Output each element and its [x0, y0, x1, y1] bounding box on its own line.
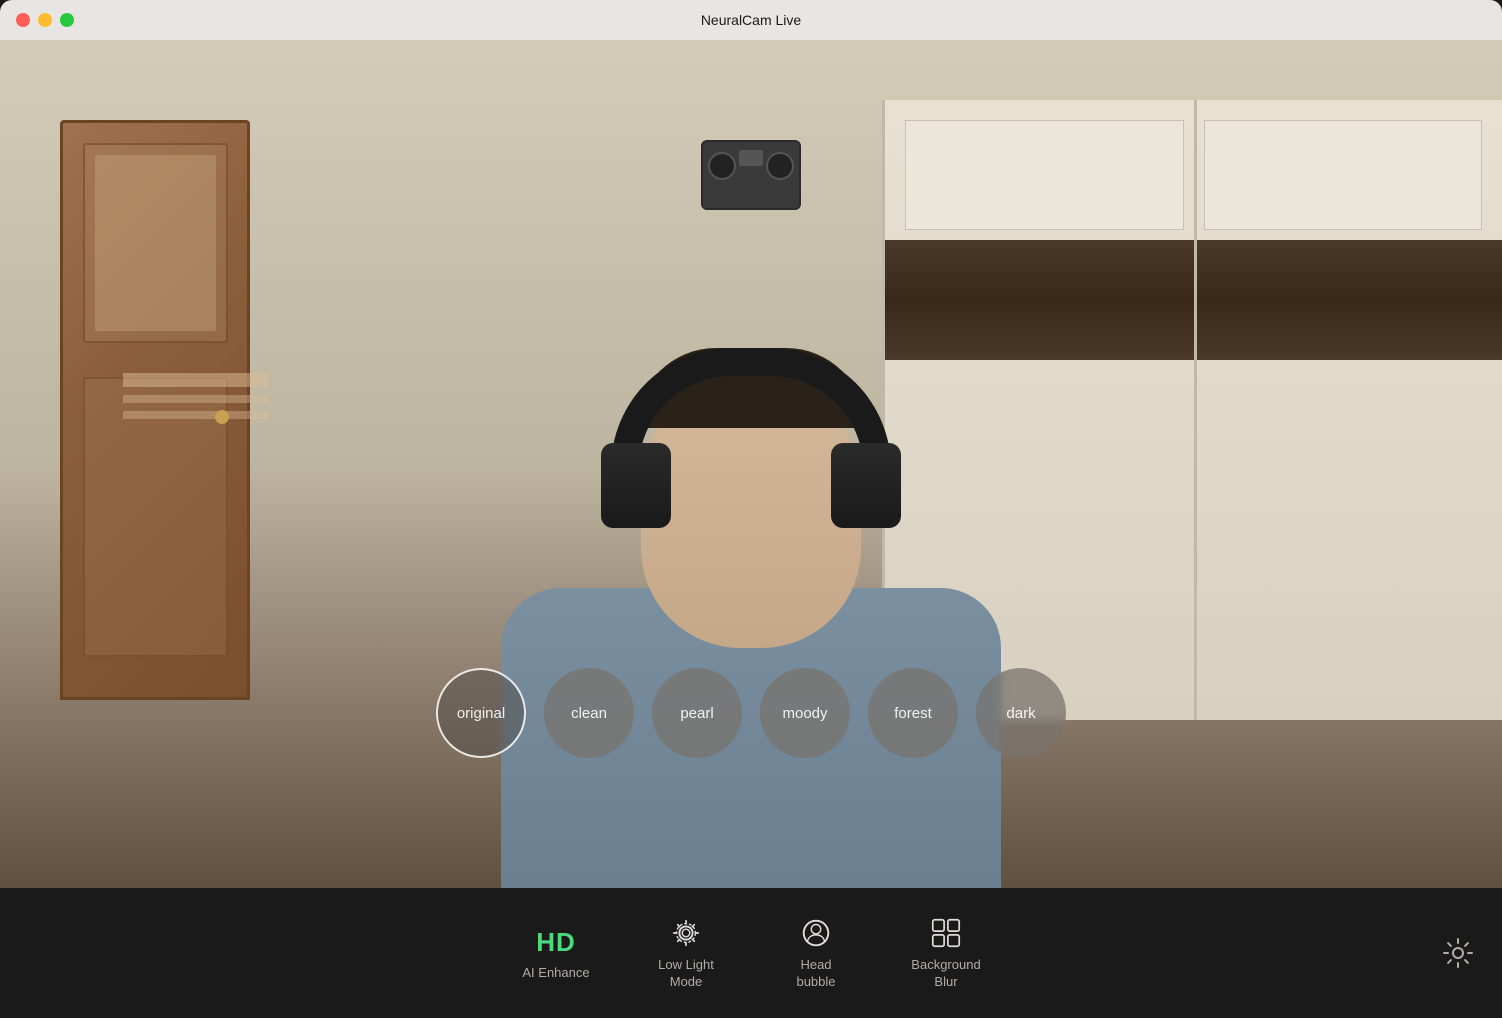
filter-bubble-moody[interactable]: moody	[760, 668, 850, 758]
door-panel-bottom	[83, 377, 228, 657]
maximize-button[interactable]	[60, 13, 74, 27]
toolbar-item-bgblur[interactable]: BackgroundBlur	[906, 915, 986, 991]
door-panel-top	[83, 143, 228, 343]
toolbar-items: HD AI Enhance Low LightMode	[516, 915, 986, 991]
bgblur-icon	[928, 915, 964, 951]
door-stripe	[123, 373, 268, 387]
wardrobe-panel-right	[1204, 120, 1483, 230]
boombox-speaker-right	[766, 152, 794, 180]
minimize-button[interactable]	[38, 13, 52, 27]
boombox	[701, 140, 801, 210]
boombox-speaker-left	[708, 152, 736, 180]
headphone-cup-left	[601, 443, 671, 528]
boombox-center	[739, 150, 763, 166]
titlebar: NeuralCam Live	[0, 0, 1502, 40]
person	[401, 208, 1101, 888]
hd-label: HD	[536, 926, 576, 960]
lowlight-label: Low LightMode	[658, 957, 714, 991]
toolbar-item-hd[interactable]: HD AI Enhance	[516, 926, 596, 981]
door-stripe-2	[123, 395, 268, 403]
door	[60, 120, 250, 700]
door-stripe-3	[123, 411, 268, 419]
filter-bubble-original[interactable]: original	[436, 668, 526, 758]
bgblur-label: BackgroundBlur	[911, 957, 980, 991]
window-controls	[16, 13, 74, 27]
settings-button[interactable]	[1438, 933, 1478, 973]
filter-bubble-pearl[interactable]: pearl	[652, 668, 742, 758]
toolbar-item-headbubble[interactable]: Headbubble	[776, 915, 856, 991]
headphone-cup-right	[831, 443, 901, 528]
toolbar: HD AI Enhance Low LightMode	[0, 888, 1502, 1018]
filter-bubble-clean[interactable]: clean	[544, 668, 634, 758]
hd-sublabel: AI Enhance	[522, 965, 589, 980]
camera-feed: originalcleanpearlmoodyforestdark	[0, 40, 1502, 888]
filter-bubble-forest[interactable]: forest	[868, 668, 958, 758]
headbubble-label: Headbubble	[796, 957, 835, 991]
toolbar-item-lowlight[interactable]: Low LightMode	[646, 915, 726, 991]
settings-icon	[1442, 937, 1474, 969]
door-handle	[215, 410, 229, 424]
camera-view: originalcleanpearlmoodyforestdark	[0, 40, 1502, 888]
wardrobe-divider	[1194, 100, 1197, 720]
filter-bubbles-container: originalcleanpearlmoodyforestdark	[436, 668, 1066, 758]
filter-bubble-dark[interactable]: dark	[976, 668, 1066, 758]
headbubble-icon	[798, 915, 834, 951]
window-title: NeuralCam Live	[701, 12, 801, 28]
lowlight-icon	[668, 915, 704, 951]
close-button[interactable]	[16, 13, 30, 27]
